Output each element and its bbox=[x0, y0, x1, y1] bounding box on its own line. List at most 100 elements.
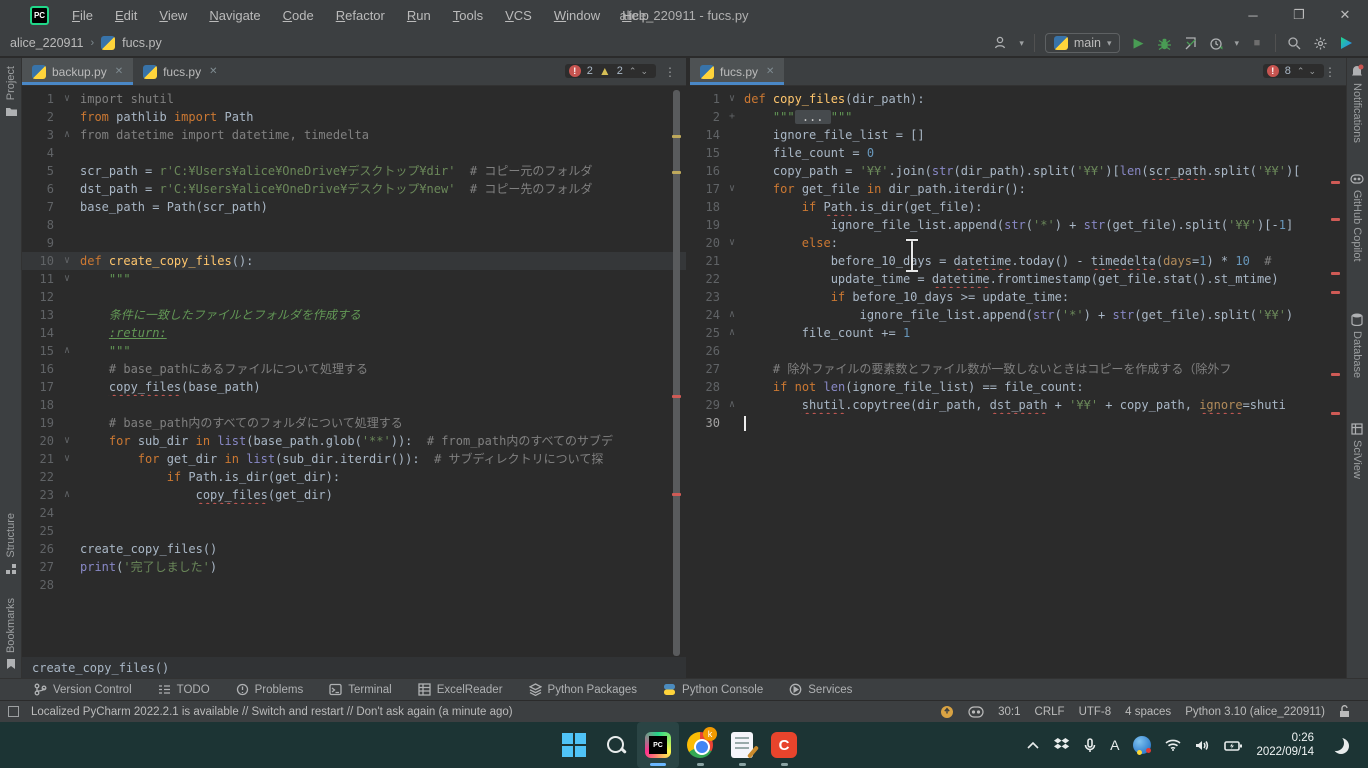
code-line[interactable]: 30 bbox=[690, 414, 1346, 432]
fold-marker-icon[interactable]: ∨ bbox=[720, 234, 744, 252]
run-button[interactable]: ▶ bbox=[1130, 35, 1146, 51]
error-stripe-mark[interactable] bbox=[672, 135, 681, 138]
fold-marker-icon[interactable]: ∨ bbox=[54, 432, 80, 450]
error-stripe-mark[interactable] bbox=[1331, 218, 1340, 221]
gradient-play-icon[interactable] bbox=[1338, 35, 1354, 51]
code-line[interactable]: 2+ """ ... """ bbox=[690, 108, 1346, 126]
profiler-dropdown-chevron-icon[interactable]: ▾ bbox=[1234, 38, 1239, 49]
error-stripe-mark[interactable] bbox=[1331, 181, 1340, 184]
code-line[interactable]: 4 bbox=[22, 144, 686, 162]
right-inspections-widget[interactable]: ! 8 ⌃⌄ bbox=[1263, 64, 1324, 78]
fold-marker-icon[interactable]: ∨ bbox=[54, 90, 80, 108]
fold-marker-icon[interactable]: ∨ bbox=[720, 90, 744, 108]
code-line[interactable]: 20∨ for sub_dir in list(base_path.glob('… bbox=[22, 432, 686, 450]
fold-marker-icon[interactable]: ∧ bbox=[720, 396, 744, 414]
update-available-icon[interactable] bbox=[940, 705, 954, 719]
user-account-icon[interactable] bbox=[993, 35, 1009, 51]
code-line[interactable]: 16 copy_path = '¥¥'.join(str(dir_path).s… bbox=[690, 162, 1346, 180]
caret-position[interactable]: 30:1 bbox=[998, 706, 1020, 718]
speaker-icon[interactable] bbox=[1195, 739, 1210, 752]
wifi-icon[interactable] bbox=[1165, 739, 1181, 751]
left-inspections-widget[interactable]: ! 2 ▲ 2 ⌃⌄ bbox=[565, 64, 656, 78]
code-line[interactable]: 15∧ """ bbox=[22, 342, 686, 360]
taskbar-notepad-button[interactable] bbox=[721, 722, 763, 768]
tab-options-menu-icon[interactable]: ⋮ bbox=[654, 58, 686, 85]
tool-stripe-database[interactable]: Database bbox=[1346, 313, 1368, 378]
code-line[interactable]: 13 条件に一致したファイルとフォルダを作成する bbox=[22, 306, 686, 324]
file-encoding[interactable]: UTF-8 bbox=[1079, 706, 1112, 718]
code-line[interactable]: 17 copy_files(base_path) bbox=[22, 378, 686, 396]
menu-code[interactable]: Code bbox=[274, 4, 323, 27]
fold-marker-icon[interactable]: ∧ bbox=[720, 324, 744, 342]
breadcrumb-project[interactable]: alice_220911 bbox=[10, 36, 83, 50]
code-line[interactable]: 14 :return: bbox=[22, 324, 686, 342]
tool-window-button-problems[interactable]: Problems bbox=[236, 683, 304, 696]
error-stripe-mark[interactable] bbox=[672, 395, 681, 398]
code-line[interactable]: 21 before_10_days = datetime.today() - t… bbox=[690, 252, 1346, 270]
menu-tools[interactable]: Tools bbox=[444, 4, 492, 27]
taskbar-chrome-button[interactable]: k bbox=[679, 722, 721, 768]
inspection-nav-icons[interactable]: ⌃⌄ bbox=[1297, 66, 1320, 77]
code-line[interactable]: 1∨import shutil bbox=[22, 90, 686, 108]
menu-file[interactable]: File bbox=[63, 4, 102, 27]
fold-marker-icon[interactable]: ∧ bbox=[54, 486, 80, 504]
error-stripe-mark[interactable] bbox=[672, 171, 681, 174]
tab-close-icon[interactable]: ✕ bbox=[766, 66, 774, 77]
code-line[interactable]: 2from pathlib import Path bbox=[22, 108, 686, 126]
fold-marker-icon[interactable]: ∧ bbox=[720, 306, 744, 324]
code-line[interactable]: 22 if Path.is_dir(get_dir): bbox=[22, 468, 686, 486]
tray-app-icon[interactable] bbox=[1133, 736, 1151, 754]
taskbar-clock[interactable]: 0:26 2022/09/14 bbox=[1256, 731, 1314, 759]
code-line[interactable]: 1∨def copy_files(dir_path): bbox=[690, 90, 1346, 108]
code-line[interactable]: 12 bbox=[22, 288, 686, 306]
tool-stripe-notifications[interactable]: Notifications bbox=[1346, 64, 1368, 143]
menu-navigate[interactable]: Navigate bbox=[200, 4, 269, 27]
fold-marker-icon[interactable]: ∨ bbox=[54, 252, 80, 270]
tool-stripe-project[interactable]: Project bbox=[0, 66, 22, 118]
tool-window-button-services[interactable]: Services bbox=[789, 683, 852, 696]
code-line[interactable]: 5scr_path = r'C:¥Users¥alice¥OneDrive¥デス… bbox=[22, 162, 686, 180]
code-line[interactable]: 27 # 除外ファイルの要素数とファイル数が一致しないときはコピーを作成する（除… bbox=[690, 360, 1346, 378]
code-line[interactable]: 14 ignore_file_list = [] bbox=[690, 126, 1346, 144]
maximize-button[interactable]: ❐ bbox=[1276, 0, 1322, 30]
breadcrumb-file[interactable]: fucs.py bbox=[122, 36, 162, 50]
tool-window-button-terminal[interactable]: Terminal bbox=[329, 683, 391, 696]
menu-refactor[interactable]: Refactor bbox=[327, 4, 394, 27]
tool-window-toggle-icon[interactable] bbox=[8, 706, 19, 717]
indent-style[interactable]: 4 spaces bbox=[1125, 706, 1171, 718]
code-line[interactable]: 26 bbox=[690, 342, 1346, 360]
fold-marker-icon[interactable]: ∨ bbox=[54, 270, 80, 288]
code-line[interactable]: 19 ignore_file_list.append(str('*') + st… bbox=[690, 216, 1346, 234]
tool-window-button-python-console[interactable]: Python Console bbox=[663, 683, 763, 696]
menu-vcs[interactable]: VCS bbox=[496, 4, 541, 27]
code-line[interactable]: 18 bbox=[22, 396, 686, 414]
left-editor[interactable]: 1∨import shutil2from pathlib import Path… bbox=[22, 86, 686, 656]
fold-marker-icon[interactable]: ∧ bbox=[54, 126, 80, 144]
tool-window-button-excelreader[interactable]: ExcelReader bbox=[418, 683, 503, 696]
code-line[interactable]: 9 bbox=[22, 234, 686, 252]
left-bottom-breadcrumb[interactable]: create_copy_files() bbox=[22, 656, 686, 678]
tab-close-icon[interactable]: ✕ bbox=[209, 66, 217, 77]
code-line[interactable]: 25∧ file_count += 1 bbox=[690, 324, 1346, 342]
editor-tab-fucs.py[interactable]: fucs.py✕ bbox=[133, 58, 227, 85]
error-stripe-mark[interactable] bbox=[1331, 373, 1340, 376]
code-line[interactable]: 26create_copy_files() bbox=[22, 540, 686, 558]
tool-stripe-github-copilot[interactable]: GitHub Copilot bbox=[1346, 173, 1368, 262]
fold-marker-icon[interactable]: ∨ bbox=[54, 450, 80, 468]
code-line[interactable]: 23 if before_10_days >= update_time: bbox=[690, 288, 1346, 306]
close-button[interactable]: ✕ bbox=[1322, 0, 1368, 30]
code-line[interactable]: 10∨def create_copy_files(): bbox=[22, 252, 686, 270]
left-editor-scrollbar[interactable] bbox=[673, 90, 680, 656]
code-line[interactable]: 27print('完了しました') bbox=[22, 558, 686, 576]
code-line[interactable]: 19 # base_path内のすべてのフォルダについて処理する bbox=[22, 414, 686, 432]
code-line[interactable]: 24∧ ignore_file_list.append(str('*') + s… bbox=[690, 306, 1346, 324]
ime-indicator[interactable]: A bbox=[1110, 737, 1119, 753]
code-line[interactable]: 21∨ for get_dir in list(sub_dir.iterdir(… bbox=[22, 450, 686, 468]
code-line[interactable]: 18 if Path.is_dir(get_file): bbox=[690, 198, 1346, 216]
battery-charging-icon[interactable] bbox=[1224, 740, 1242, 751]
tool-window-button-version-control[interactable]: Version Control bbox=[34, 683, 132, 696]
code-line[interactable]: 24 bbox=[22, 504, 686, 522]
error-stripe-mark[interactable] bbox=[1331, 412, 1340, 415]
inspection-nav-icons[interactable]: ⌃⌄ bbox=[629, 66, 652, 77]
tool-window-button-python-packages[interactable]: Python Packages bbox=[529, 683, 638, 696]
